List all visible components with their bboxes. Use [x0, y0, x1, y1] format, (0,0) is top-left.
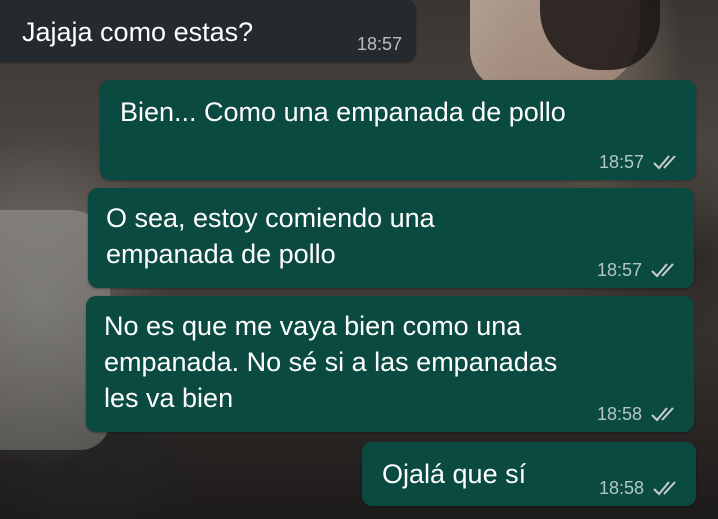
message-bubble-outgoing[interactable]: O sea, estoy comiendo una empanada de po… — [88, 188, 694, 288]
message-time: 18:58 — [598, 478, 644, 498]
message-time: 18:57 — [598, 152, 644, 172]
double-check-icon — [650, 406, 680, 422]
message-meta: 18:58 — [597, 404, 680, 424]
message-meta: 18:57 — [599, 152, 682, 172]
message-meta: 18:57 — [357, 34, 402, 54]
message-text: No es que me vaya bien como una empanada… — [104, 311, 558, 413]
double-check-icon — [652, 154, 682, 170]
message-bubble-outgoing[interactable]: No es que me vaya bien como una empanada… — [86, 296, 694, 432]
double-check-icon — [650, 262, 680, 278]
message-meta: 18:58 — [599, 478, 682, 498]
message-meta: 18:57 — [597, 260, 680, 280]
message-time: 18:58 — [596, 404, 642, 424]
message-bubble-outgoing[interactable]: Ojalá que sí 18:58 — [362, 442, 696, 506]
message-bubble-outgoing[interactable]: Bien... Como una empanada de pollo 18:57 — [100, 80, 696, 180]
message-bubble-incoming[interactable]: Jajaja como estas? 18:57 — [0, 0, 416, 62]
double-check-icon — [652, 480, 682, 496]
message-text: Bien... Como una empanada de pollo — [120, 97, 566, 127]
message-time: 18:57 — [356, 34, 402, 54]
message-time: 18:57 — [596, 260, 642, 280]
